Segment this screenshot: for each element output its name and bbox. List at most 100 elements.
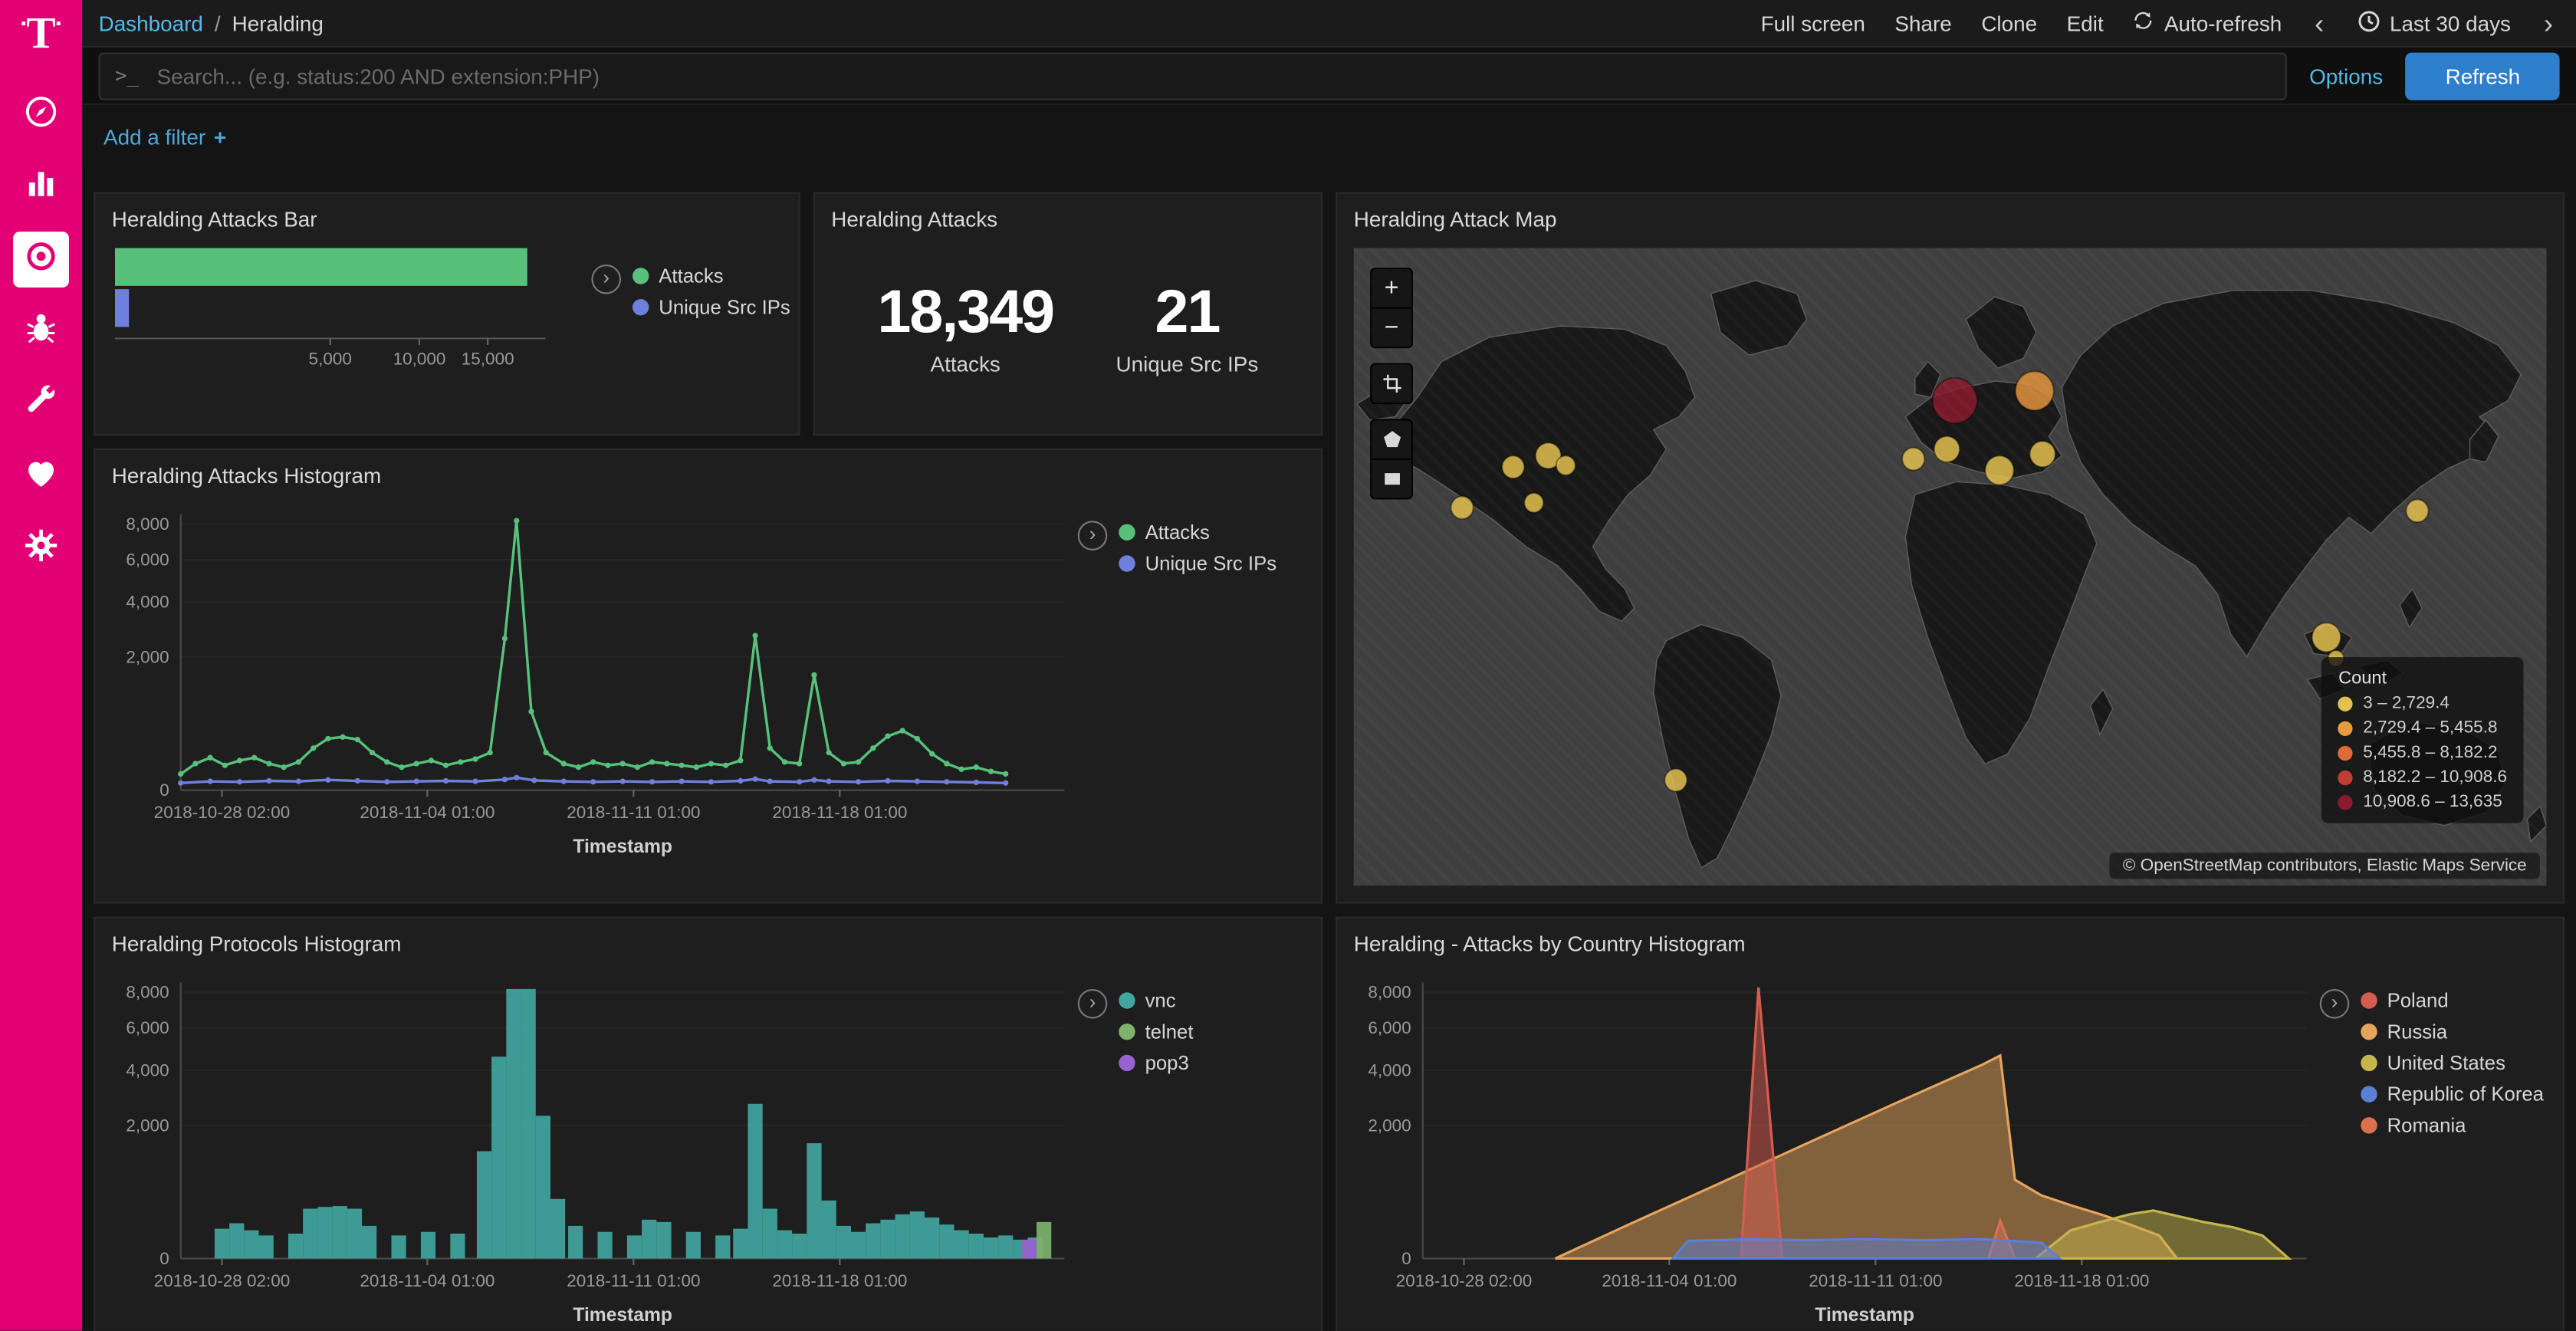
sidebar-item-settings[interactable] <box>13 521 69 577</box>
svg-text:0: 0 <box>1401 1249 1411 1268</box>
legend-item[interactable]: Attacks <box>632 265 790 288</box>
svg-text:8,000: 8,000 <box>1368 983 1411 1002</box>
metric-value: 18,349 <box>877 278 1053 347</box>
svg-text:2018-11-18 01:00: 2018-11-18 01:00 <box>2014 1271 2149 1290</box>
refresh-button[interactable]: Refresh <box>2406 52 2559 100</box>
legend-item-label: Unique Src IPs <box>1145 552 1277 575</box>
edit-button[interactable]: Edit <box>2067 11 2104 35</box>
svg-text:6,000: 6,000 <box>126 550 169 570</box>
legend-item[interactable]: Unique Src IPs <box>1119 552 1276 575</box>
svg-text:2,000: 2,000 <box>126 648 169 667</box>
sidebar-item-honeypot[interactable] <box>13 304 69 360</box>
sidebar-item-health[interactable] <box>13 449 69 504</box>
time-range-picker[interactable]: Last 30 days <box>2357 9 2511 37</box>
svg-text:Timestamp: Timestamp <box>573 1305 672 1326</box>
legend-item[interactable]: Attacks <box>1119 521 1276 544</box>
gear-icon <box>23 527 59 571</box>
svg-text:Timestamp: Timestamp <box>573 836 672 857</box>
auto-refresh-button[interactable]: Auto-refresh <box>2133 10 2282 36</box>
breadcrumb-link-dashboard[interactable]: Dashboard <box>99 11 203 35</box>
svg-text:2018-10-28 02:00: 2018-10-28 02:00 <box>154 803 291 822</box>
legend-item[interactable]: Unique Src IPs <box>632 296 790 319</box>
compass-icon <box>23 93 59 137</box>
chart-legend: › Poland Russia United States Republic of K… <box>2320 989 2544 1137</box>
time-forward-chevron-icon[interactable]: › <box>2541 9 2557 37</box>
map-legend-item: 5,455.8 – 8,182.2 <box>2338 743 2507 763</box>
map-legend-range-label: 5,455.8 – 8,182.2 <box>2363 743 2497 763</box>
svg-text:4,000: 4,000 <box>126 593 169 612</box>
map-draw-polygon-button[interactable] <box>1372 421 1411 460</box>
metric-group: 18,349 Attacks 21 Unique Src IPs <box>815 278 1321 376</box>
search-input-container: >_ <box>99 52 2287 100</box>
legend-toggle-icon[interactable]: › <box>2320 989 2350 1019</box>
add-filter-link[interactable]: Add a filter+ <box>104 124 226 149</box>
legend-toggle-icon[interactable]: › <box>591 265 621 294</box>
search-input[interactable] <box>153 61 2269 89</box>
sidebar: ▪T▪ <box>0 0 82 1331</box>
terminal-prompt-icon: >_ <box>115 64 139 87</box>
filter-bar: Add a filter+ <box>82 107 2576 166</box>
legend-items: vnc telnet pop3 <box>1119 989 1193 1074</box>
panel-heralding-protocols-histogram: Heralding Protocols Histogram 02,0004,00… <box>94 917 1322 1331</box>
legend-item[interactable]: United States <box>2361 1051 2544 1074</box>
legend-item[interactable]: telnet <box>1119 1020 1193 1043</box>
map-box-zoom-button[interactable] <box>1372 365 1411 403</box>
legend-item-label: Unique Src IPs <box>659 296 790 319</box>
legend-item[interactable]: Romania <box>2361 1114 2544 1137</box>
legend-item-label: Romania <box>2387 1114 2466 1137</box>
clock-icon <box>2357 9 2380 37</box>
svg-text:2,000: 2,000 <box>1368 1116 1411 1135</box>
legend-swatch <box>1119 1055 1135 1071</box>
map-canvas[interactable]: + − Count <box>1354 248 2547 886</box>
legend-swatch <box>632 299 649 315</box>
clone-button[interactable]: Clone <box>1981 11 2037 35</box>
panel-heralding-attacks-histogram: Heralding Attacks Histogram 02,0004,0006… <box>94 449 1322 904</box>
time-back-chevron-icon[interactable]: ‹ <box>2312 9 2328 37</box>
map-legend-title: Count <box>2338 669 2507 689</box>
panel-heralding-attacks-bar: Heralding Attacks Bar 5,00010,00015,000 … <box>94 192 800 435</box>
legend-toggle-icon[interactable]: › <box>1078 989 1108 1019</box>
breadcrumb: Dashboard / Heralding <box>99 11 324 35</box>
map-legend-swatch <box>2338 721 2353 735</box>
legend-item[interactable]: vnc <box>1119 989 1193 1012</box>
legend-item-label: pop3 <box>1145 1051 1189 1074</box>
full-screen-button[interactable]: Full screen <box>1761 11 1865 35</box>
sidebar-item-attack-dashboard[interactable] <box>13 232 69 288</box>
svg-text:2018-11-18 01:00: 2018-11-18 01:00 <box>772 1271 907 1290</box>
legend-item-label: Attacks <box>659 265 723 288</box>
sidebar-item-tools[interactable] <box>13 376 69 432</box>
map-zoom-out-button[interactable]: − <box>1372 309 1411 347</box>
legend-item[interactable]: Poland <box>2361 989 2544 1012</box>
legend-item[interactable]: Russia <box>2361 1020 2544 1043</box>
metric-label: Attacks <box>877 352 1053 376</box>
map-zoom-in-button[interactable]: + <box>1372 269 1411 308</box>
map-legend-item: 10,908.6 – 13,635 <box>2338 792 2507 812</box>
share-button[interactable]: Share <box>1894 11 1951 35</box>
panel-title: Heralding Attack Map <box>1337 194 2563 238</box>
svg-text:8,000: 8,000 <box>126 983 169 1002</box>
panel-heralding-attacks-by-country: Heralding - Attacks by Country Histogram… <box>1336 917 2564 1331</box>
legend-toggle-icon[interactable]: › <box>1078 521 1108 550</box>
legend-swatch <box>2361 992 2377 1008</box>
logo-letter: T <box>26 12 56 54</box>
svg-text:6,000: 6,000 <box>1368 1018 1411 1037</box>
legend-swatch <box>1119 524 1135 541</box>
legend-items: Poland Russia United States Republic of Kor… <box>2361 989 2544 1137</box>
svg-text:2018-11-04 01:00: 2018-11-04 01:00 <box>360 803 495 822</box>
legend-swatch <box>2361 1055 2377 1071</box>
map-draw-rectangle-button[interactable] <box>1372 460 1411 498</box>
map-legend-item: 3 – 2,729.4 <box>2338 693 2507 713</box>
telekom-logo[interactable]: ▪T▪ <box>21 12 61 54</box>
legend-item[interactable]: Republic of Korea <box>2361 1083 2544 1106</box>
options-link[interactable]: Options <box>2309 64 2383 88</box>
svg-text:4,000: 4,000 <box>1368 1060 1411 1080</box>
legend-swatch <box>2361 1086 2377 1102</box>
svg-text:15,000: 15,000 <box>462 350 514 369</box>
legend-item[interactable]: pop3 <box>1119 1051 1193 1074</box>
sidebar-item-visualize[interactable] <box>13 159 69 215</box>
plus-icon: + <box>214 124 226 149</box>
sidebar-item-dashboards[interactable] <box>13 87 69 143</box>
legend-item-label: Poland <box>2387 989 2449 1012</box>
svg-text:0: 0 <box>159 781 169 800</box>
chart-legend: › vnc telnet pop3 <box>1078 989 1194 1074</box>
